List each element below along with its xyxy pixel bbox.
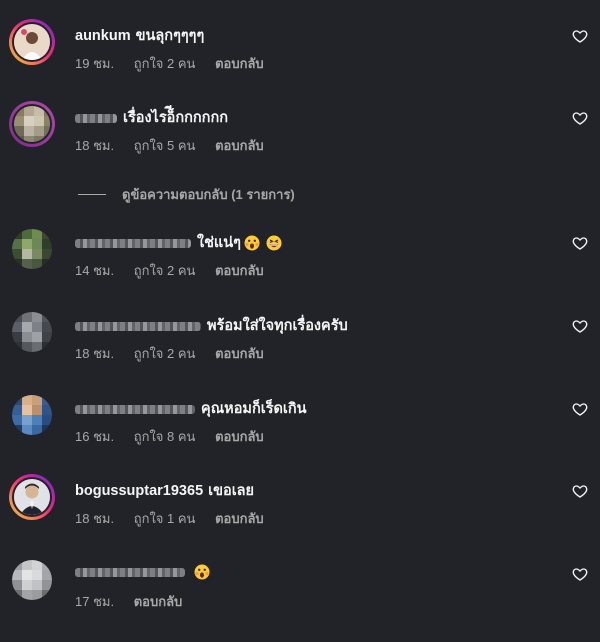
heart-outline-icon[interactable]: [572, 318, 588, 334]
comment-header: [75, 564, 210, 580]
heart-outline-icon[interactable]: [572, 566, 588, 582]
avatar[interactable]: [12, 229, 52, 269]
avatar[interactable]: [12, 560, 52, 600]
face-screaming-emoji: [194, 564, 210, 580]
view-replies-label: ดูข้อความตอบกลับ (1 รายการ): [122, 186, 295, 202]
avatar-image: [12, 229, 52, 269]
comment-item: aunkum ขนลุกๆๆๆๆ 19 ชม. ถูกใจ 2 คน ตอบกล…: [0, 19, 600, 104]
comment-header: bogussuptar19365 เขอเลย: [75, 481, 254, 501]
comment-item: bogussuptar19365 เขอเลย 18 ชม. ถูกใจ 1 ค…: [0, 474, 600, 559]
comment-meta: 16 ชม. ถูกใจ 8 คน ตอบกลับ: [75, 426, 280, 447]
heart-outline-icon[interactable]: [572, 28, 588, 44]
reply-button[interactable]: ตอบกลับ: [215, 138, 264, 153]
comment-meta: 18 ชม. ถูกใจ 1 คน ตอบกลับ: [75, 508, 280, 529]
comment-time: 18 ชม.: [75, 138, 115, 153]
comment-meta: 14 ชม. ถูกใจ 2 คน ตอบกลับ: [75, 260, 280, 281]
comment-text: ขนลุกๆๆๆๆ: [135, 28, 205, 44]
comment-item: พร้อมใส่ใจทุกเรื่องครับ 18 ชม. ถูกใจ 2 ค…: [0, 312, 600, 394]
comment-likes[interactable]: ถูกใจ 1 คน: [134, 511, 196, 526]
comment-username[interactable]: aunkum: [75, 26, 131, 46]
comment-username-blurred[interactable]: [75, 404, 195, 414]
grinning-squinting-face-emoji: [266, 235, 282, 251]
comment-username-blurred[interactable]: [75, 321, 201, 331]
comment-meta: 18 ชม. ถูกใจ 5 คน ตอบกลับ: [75, 135, 280, 156]
comment-username-blurred[interactable]: [75, 113, 117, 123]
avatar[interactable]: [9, 101, 55, 147]
avatar-image: [12, 395, 52, 435]
comment-likes[interactable]: ถูกใจ 2 คน: [134, 346, 196, 361]
face-screaming-emoji: [244, 235, 260, 251]
comment-header: เรื่องไรอ็ีกกกกกก: [75, 108, 228, 128]
avatar-image: [12, 560, 52, 600]
avatar[interactable]: [9, 19, 55, 65]
comment-time: 18 ชม.: [75, 511, 115, 526]
avatar-image: [14, 24, 50, 60]
avatar-image: [14, 479, 50, 515]
reply-button[interactable]: ตอบกลับ: [215, 511, 264, 526]
heart-outline-icon[interactable]: [572, 235, 588, 251]
comment-time: 14 ชม.: [75, 263, 115, 278]
comment-header: คุณหอมก็เร็ดเกิน: [75, 399, 307, 419]
reply-button[interactable]: ตอบกลับ: [215, 346, 264, 361]
view-replies-divider: [78, 193, 106, 195]
comment-username-blurred[interactable]: [75, 567, 185, 577]
comment-text: เรื่องไรอ็ีกกกกกก: [123, 110, 228, 126]
avatar-image: [14, 106, 50, 142]
comment-item: คุณหอมก็เร็ดเกิน 16 ชม. ถูกใจ 8 คน ตอบกล…: [0, 395, 600, 477]
comment-time: 17 ชม.: [75, 594, 115, 609]
view-replies-button[interactable]: ดูข้อความตอบกลับ (1 รายการ): [78, 184, 295, 204]
comment-likes[interactable]: ถูกใจ 8 คน: [134, 429, 196, 444]
comment-time: 18 ชม.: [75, 346, 115, 361]
reply-button[interactable]: ตอบกลับ: [215, 56, 264, 71]
heart-outline-icon[interactable]: [572, 110, 588, 126]
comment-header: พร้อมใส่ใจทุกเรื่องครับ: [75, 316, 348, 336]
reply-button[interactable]: ตอบกลับ: [215, 429, 264, 444]
avatar[interactable]: [12, 312, 52, 352]
comment-username-blurred[interactable]: [75, 238, 191, 248]
heart-outline-icon[interactable]: [572, 401, 588, 417]
comment-time: 16 ชม.: [75, 429, 115, 444]
avatar[interactable]: [9, 474, 55, 520]
avatar-image: [12, 312, 52, 352]
comment-text: พร้อมใส่ใจทุกเรื่องครับ: [207, 318, 348, 334]
comment-item: เรื่องไรอ็ีกกกกกก 18 ชม. ถูกใจ 5 คน ตอบก…: [0, 101, 600, 186]
comment-header: ใช่แน่ๆ: [75, 233, 282, 253]
comment-text: ใช่แน่ๆ: [197, 235, 241, 251]
comment-time: 19 ชม.: [75, 56, 115, 71]
comment-meta: 18 ชม. ถูกใจ 2 คน ตอบกลับ: [75, 343, 280, 364]
reply-button[interactable]: ตอบกลับ: [215, 263, 264, 278]
comment-text: คุณหอมก็เร็ดเกิน: [201, 401, 307, 417]
comment-header: aunkum ขนลุกๆๆๆๆ: [75, 26, 204, 46]
avatar[interactable]: [12, 395, 52, 435]
comment-meta: 17 ชม. ตอบกลับ: [75, 591, 198, 612]
comment-meta: 19 ชม. ถูกใจ 2 คน ตอบกลับ: [75, 53, 280, 74]
comment-likes[interactable]: ถูกใจ 2 คน: [134, 56, 196, 71]
comment-item: ใช่แน่ๆ 14 ชม. ถูกใจ 2 คน ตอบกลับ: [0, 229, 600, 311]
reply-button[interactable]: ตอบกลับ: [134, 594, 183, 609]
comment-likes[interactable]: ถูกใจ 5 คน: [134, 138, 196, 153]
comment-username[interactable]: bogussuptar19365: [75, 481, 203, 501]
comment-likes[interactable]: ถูกใจ 2 คน: [134, 263, 196, 278]
heart-outline-icon[interactable]: [572, 483, 588, 499]
comment-item: 17 ชม. ตอบกลับ: [0, 560, 600, 642]
comment-text: เขอเลย: [208, 483, 255, 499]
